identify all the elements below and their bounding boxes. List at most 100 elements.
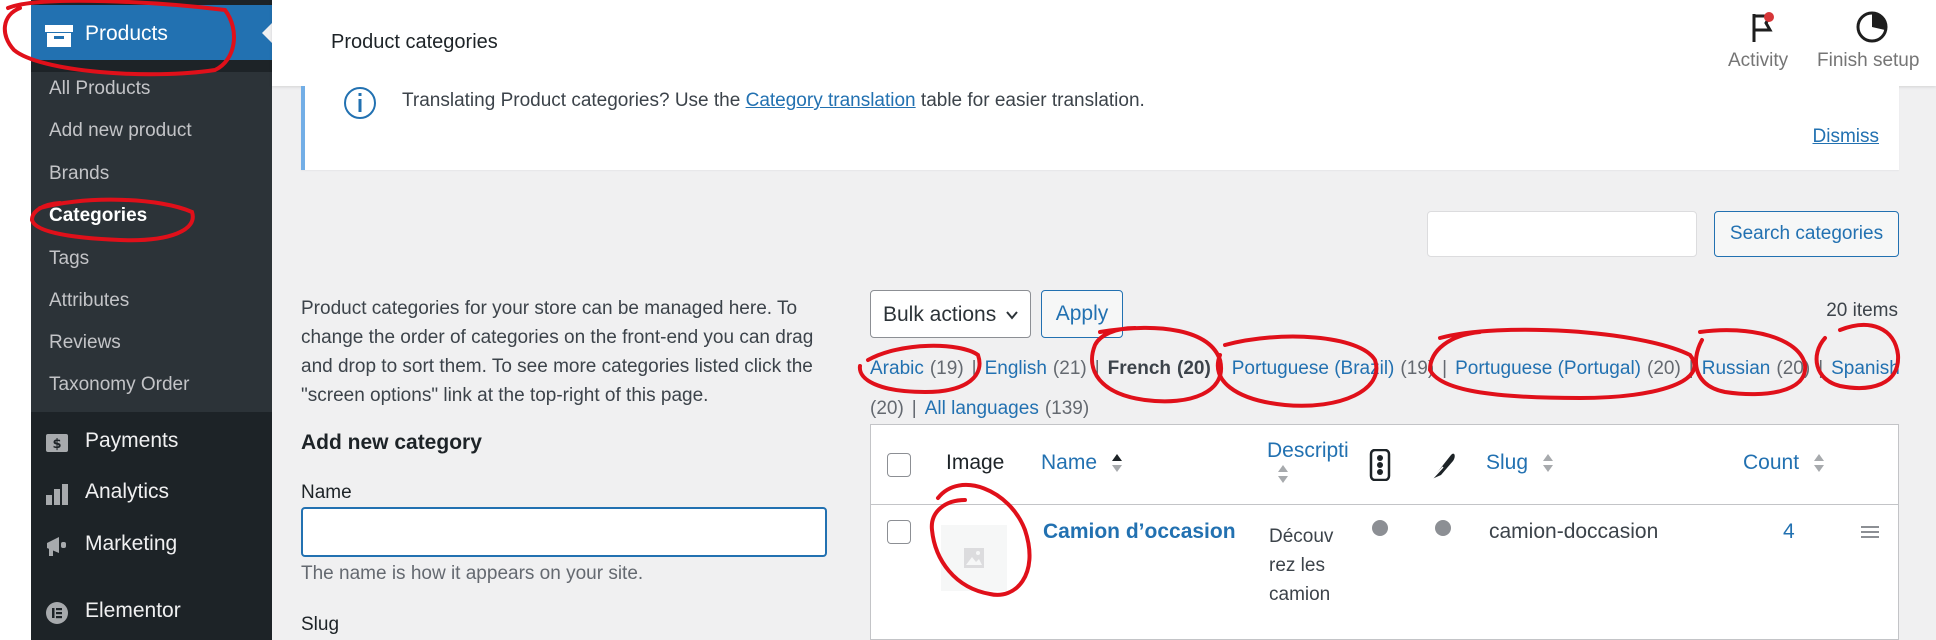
traffic-light-icon bbox=[1369, 449, 1391, 481]
notice-text-before: Translating Product categories? Use the bbox=[402, 90, 746, 111]
lang-english[interactable]: English bbox=[985, 358, 1047, 379]
sort-icon bbox=[1542, 454, 1553, 473]
submenu-taxonomy-order[interactable]: Taxonomy Order bbox=[49, 374, 189, 396]
lang-count: (139) bbox=[1044, 398, 1090, 419]
top-header: Product categories Activity Finish setup bbox=[272, 0, 1936, 86]
submenu-tags[interactable]: Tags bbox=[49, 248, 89, 270]
column-description-sort[interactable]: Descripti bbox=[1267, 439, 1349, 485]
column-count-sort[interactable]: Count bbox=[1743, 451, 1825, 475]
sort-icon bbox=[1813, 454, 1824, 473]
elementor-icon bbox=[46, 602, 68, 624]
megaphone-icon bbox=[47, 537, 66, 556]
info-icon bbox=[344, 87, 376, 119]
submenu-attributes[interactable]: Attributes bbox=[49, 290, 129, 312]
chevron-down-icon bbox=[1006, 311, 1018, 320]
admin-sidebar: Products All Products Add new product Br… bbox=[0, 0, 272, 640]
submenu-categories[interactable]: Categories bbox=[49, 205, 147, 227]
sidebar-item-payments-label: Payments bbox=[85, 429, 179, 452]
notice-text-after: table for easier translation. bbox=[915, 90, 1145, 111]
submenu-all-products[interactable]: All Products bbox=[49, 78, 150, 100]
items-count: 20 items bbox=[1826, 300, 1898, 321]
status-dot bbox=[1372, 520, 1388, 536]
bulk-actions-select[interactable]: Bulk actions bbox=[870, 290, 1031, 338]
submenu-brands[interactable]: Brands bbox=[49, 163, 109, 185]
row-checkbox[interactable] bbox=[887, 520, 911, 544]
language-filter: Arabic (19) | English (21) | French (20) | Portug… bbox=[870, 349, 1900, 429]
drag-handle-icon[interactable] bbox=[1861, 525, 1879, 539]
status-dot bbox=[1435, 520, 1451, 536]
lang-spanish[interactable]: Spanish bbox=[1831, 358, 1900, 379]
category-slug: camion-doccasion bbox=[1489, 520, 1659, 543]
sidebar-item-elementor-label: Elementor bbox=[85, 599, 181, 622]
add-new-category-heading: Add new category bbox=[301, 431, 482, 454]
lang-count: (20) bbox=[1647, 358, 1681, 379]
select-all-checkbox[interactable] bbox=[887, 453, 911, 477]
payments-icon: $ bbox=[46, 434, 68, 452]
categories-table: Image Name Descripti Slug Count Camion d… bbox=[870, 424, 1899, 640]
current-menu-arrow bbox=[262, 23, 272, 43]
lang-portuguese-brazil[interactable]: Portuguese (Brazil) bbox=[1232, 358, 1395, 379]
category-name-input[interactable] bbox=[301, 507, 827, 557]
column-name-label: Name bbox=[1041, 451, 1098, 474]
lang-count: (19) bbox=[929, 358, 964, 379]
column-slug-label: Slug bbox=[1486, 451, 1529, 474]
categories-description: Product categories for your store can be… bbox=[301, 298, 814, 406]
lang-separator: | bbox=[1688, 358, 1694, 379]
image-placeholder-icon bbox=[964, 548, 984, 568]
page-title: Product categories bbox=[331, 31, 498, 53]
feather-icon bbox=[1431, 453, 1455, 480]
finish-setup-button[interactable]: Finish setup bbox=[1805, 8, 1935, 78]
lang-separator: | bbox=[911, 398, 917, 419]
category-description: Découvrez les camion bbox=[1269, 526, 1334, 605]
submenu-reviews[interactable]: Reviews bbox=[49, 332, 121, 354]
activity-label: Activity bbox=[1728, 50, 1789, 71]
lang-separator: | bbox=[1818, 358, 1824, 379]
category-thumbnail bbox=[941, 525, 1007, 591]
dismiss-link[interactable]: Dismiss bbox=[1813, 126, 1880, 148]
sidebar-item-analytics[interactable]: Analytics bbox=[31, 470, 272, 516]
activity-button[interactable]: Activity bbox=[1708, 8, 1818, 78]
translation-notice: Translating Product categories? Use the … bbox=[301, 86, 1899, 170]
svg-text:$: $ bbox=[52, 437, 61, 452]
apply-button[interactable]: Apply bbox=[1041, 290, 1123, 338]
sidebar-item-products-label[interactable]: Products bbox=[85, 22, 168, 46]
lang-french-current: French bbox=[1107, 358, 1172, 379]
lang-all-languages[interactable]: All languages bbox=[925, 398, 1039, 419]
name-field-help: The name is how it appears on your site. bbox=[301, 563, 644, 584]
lang-separator: | bbox=[1218, 358, 1224, 379]
column-count-label: Count bbox=[1743, 451, 1800, 474]
flag-icon bbox=[1752, 12, 1774, 42]
column-description-label: Descripti bbox=[1267, 439, 1349, 462]
column-name-sort[interactable]: Name bbox=[1041, 451, 1123, 475]
lang-spanish-count: (20) bbox=[870, 398, 904, 419]
bulk-actions-value: Bulk actions bbox=[883, 303, 997, 326]
name-field-label: Name bbox=[301, 482, 352, 503]
search-categories-button[interactable]: Search categories bbox=[1714, 211, 1899, 257]
sidebar-item-payments[interactable]: $ Payments bbox=[31, 419, 272, 465]
notice-text: Translating Product categories? Use the … bbox=[402, 90, 1145, 112]
sidebar-edge bbox=[0, 0, 31, 640]
category-translation-link[interactable]: Category translation bbox=[746, 90, 916, 111]
lang-separator: | bbox=[1442, 358, 1448, 379]
lang-separator: | bbox=[971, 358, 977, 379]
slug-field-label: Slug bbox=[301, 614, 340, 635]
category-count-link[interactable]: 4 bbox=[1783, 520, 1795, 544]
search-categories-input[interactable] bbox=[1427, 211, 1697, 257]
lang-russian[interactable]: Russian bbox=[1702, 358, 1771, 379]
sort-asc-icon bbox=[1111, 454, 1122, 473]
column-slug-sort[interactable]: Slug bbox=[1486, 451, 1554, 475]
column-image: Image bbox=[946, 451, 1005, 474]
submenu-add-new-product[interactable]: Add new product bbox=[49, 120, 192, 142]
lang-portuguese-portugal[interactable]: Portuguese (Portugal) bbox=[1455, 358, 1641, 379]
sidebar-item-marketing[interactable]: Marketing bbox=[31, 522, 272, 568]
finish-setup-label: Finish setup bbox=[1817, 50, 1920, 71]
sidebar-item-elementor[interactable]: Elementor bbox=[31, 589, 272, 635]
sidebar-item-analytics-label: Analytics bbox=[85, 480, 170, 503]
sidebar-item-marketing-label: Marketing bbox=[85, 532, 178, 555]
lang-separator: | bbox=[1094, 358, 1100, 379]
lang-arabic[interactable]: Arabic bbox=[870, 358, 924, 379]
progress-circle-icon bbox=[1856, 11, 1888, 43]
lang-count: (21) bbox=[1052, 358, 1087, 379]
category-name-link[interactable]: Camion d’occasion bbox=[1043, 520, 1236, 544]
lang-count: (20) bbox=[1177, 358, 1211, 379]
